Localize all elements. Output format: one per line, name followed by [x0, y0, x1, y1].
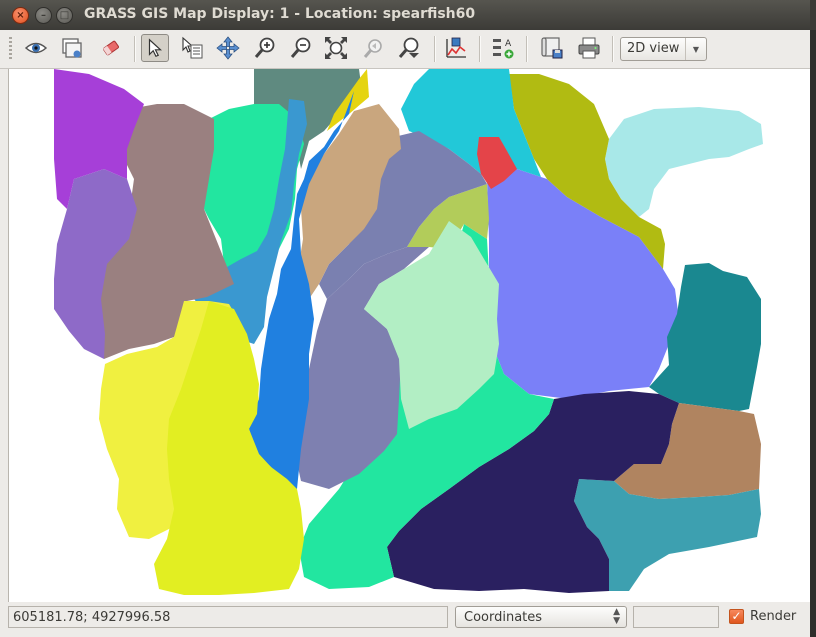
- zoom-extent-icon: [325, 37, 347, 59]
- zoom-back-icon: [363, 39, 382, 58]
- zoom-back-button[interactable]: [359, 34, 387, 62]
- query-icon: [182, 36, 203, 59]
- window-title: GRASS GIS Map Display: 1 - Location: spe…: [84, 6, 476, 22]
- view-mode-select[interactable]: 2D view ▼: [620, 37, 707, 61]
- zoom-out-icon: [290, 37, 311, 58]
- minimize-icon: –: [41, 10, 46, 21]
- erase-display-icon: [102, 40, 119, 56]
- toolbar-separator: [434, 36, 436, 62]
- zoom-menu-button[interactable]: [395, 34, 423, 62]
- minimize-window-button[interactable]: –: [35, 7, 52, 24]
- render-map-button[interactable]: [58, 34, 86, 62]
- toolbar-separator: [612, 36, 614, 62]
- toolbar-grip[interactable]: [9, 37, 12, 61]
- render-map-icon: [62, 38, 82, 58]
- chevron-down-icon: ▼: [685, 38, 706, 60]
- render-checkbox[interactable]: ✓: [729, 609, 744, 624]
- save-button[interactable]: [538, 34, 566, 62]
- close-window-button[interactable]: ×: [12, 7, 29, 24]
- analyze-button[interactable]: [442, 34, 470, 62]
- toolbar-separator: [134, 36, 136, 62]
- pan-icon: [216, 36, 240, 60]
- svg-text:A: A: [505, 39, 512, 49]
- map-toolbar: A 2D view ▼: [0, 30, 810, 69]
- pointer-button[interactable]: [141, 34, 169, 62]
- erase-display-button[interactable]: [97, 34, 125, 62]
- pointer-icon: [148, 38, 163, 58]
- toolbar-separator: [526, 36, 528, 62]
- zoom-in-icon: [254, 37, 275, 58]
- statusbar-mode-select[interactable]: Coordinates ▲ ▼: [455, 606, 627, 628]
- analyze-icon: [446, 37, 466, 58]
- zoom-in-button[interactable]: [251, 34, 279, 62]
- close-icon: ×: [16, 10, 25, 21]
- maximize-window-button[interactable]: □: [56, 7, 73, 24]
- view-mode-value: 2D view: [627, 41, 680, 56]
- display-map-button[interactable]: [22, 34, 50, 62]
- map-region: [605, 107, 763, 217]
- statusbar-field: [633, 606, 719, 628]
- maximize-icon: □: [59, 10, 70, 21]
- map-canvas[interactable]: [8, 69, 811, 602]
- status-bar: 605181.78; 4927996.58 Coordinates ▲ ▼ ✓ R…: [0, 603, 810, 637]
- save-icon: [541, 37, 563, 59]
- window-edge: [810, 30, 816, 637]
- watershed-map: [54, 69, 763, 595]
- print-icon: [578, 37, 600, 59]
- zoom-extent-button[interactable]: [322, 34, 350, 62]
- toolbar-separator: [479, 36, 481, 62]
- statusbar-mode-value: Coordinates: [464, 610, 543, 625]
- render-toggle[interactable]: ✓ Render: [724, 606, 808, 628]
- zoom-menu-icon: [398, 37, 419, 58]
- chevron-updown-icon: ▲ ▼: [613, 607, 620, 626]
- zoom-out-button[interactable]: [287, 34, 315, 62]
- query-button[interactable]: [178, 34, 206, 62]
- render-label: Render: [750, 609, 797, 624]
- pan-button[interactable]: [214, 34, 242, 62]
- display-map-icon: [24, 42, 48, 54]
- map-display-window: × – □ GRASS GIS Map Display: 1 - Locatio…: [0, 0, 811, 637]
- print-button[interactable]: [575, 34, 603, 62]
- title-bar: × – □ GRASS GIS Map Display: 1 - Locatio…: [0, 0, 810, 30]
- overlay-icon: A: [493, 39, 514, 59]
- coordinates-display: 605181.78; 4927996.58: [8, 606, 448, 628]
- overlay-button[interactable]: A: [489, 34, 517, 62]
